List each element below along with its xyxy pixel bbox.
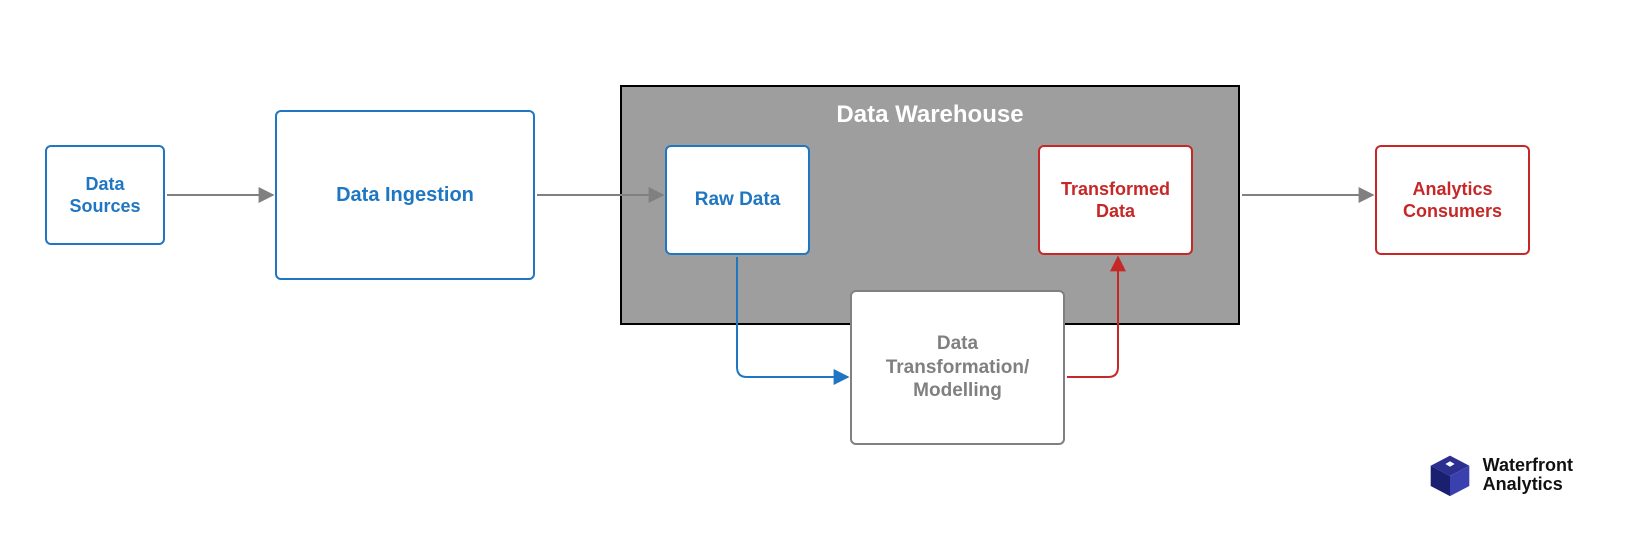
brand-logo: Waterfront Analytics bbox=[1427, 452, 1573, 498]
data-warehouse-title: Data Warehouse bbox=[622, 101, 1238, 129]
node-label: Transformed Data bbox=[1061, 178, 1170, 223]
node-transformed-data: Transformed Data bbox=[1038, 145, 1193, 255]
node-label: Raw Data bbox=[695, 188, 781, 212]
node-analytics-consumers: Analytics Consumers bbox=[1375, 145, 1530, 255]
node-data-ingestion: Data Ingestion bbox=[275, 110, 535, 280]
brand-name: Waterfront Analytics bbox=[1483, 456, 1573, 494]
node-data-transformation: Data Transformation/ Modelling bbox=[850, 290, 1065, 445]
node-label: Data Transformation/ Modelling bbox=[886, 332, 1030, 403]
node-label: Data Sources bbox=[69, 173, 140, 218]
node-data-sources: Data Sources bbox=[45, 145, 165, 245]
node-raw-data: Raw Data bbox=[665, 145, 810, 255]
node-label: Analytics Consumers bbox=[1403, 178, 1502, 223]
node-label: Data Ingestion bbox=[336, 183, 474, 208]
cube-icon bbox=[1427, 452, 1473, 498]
